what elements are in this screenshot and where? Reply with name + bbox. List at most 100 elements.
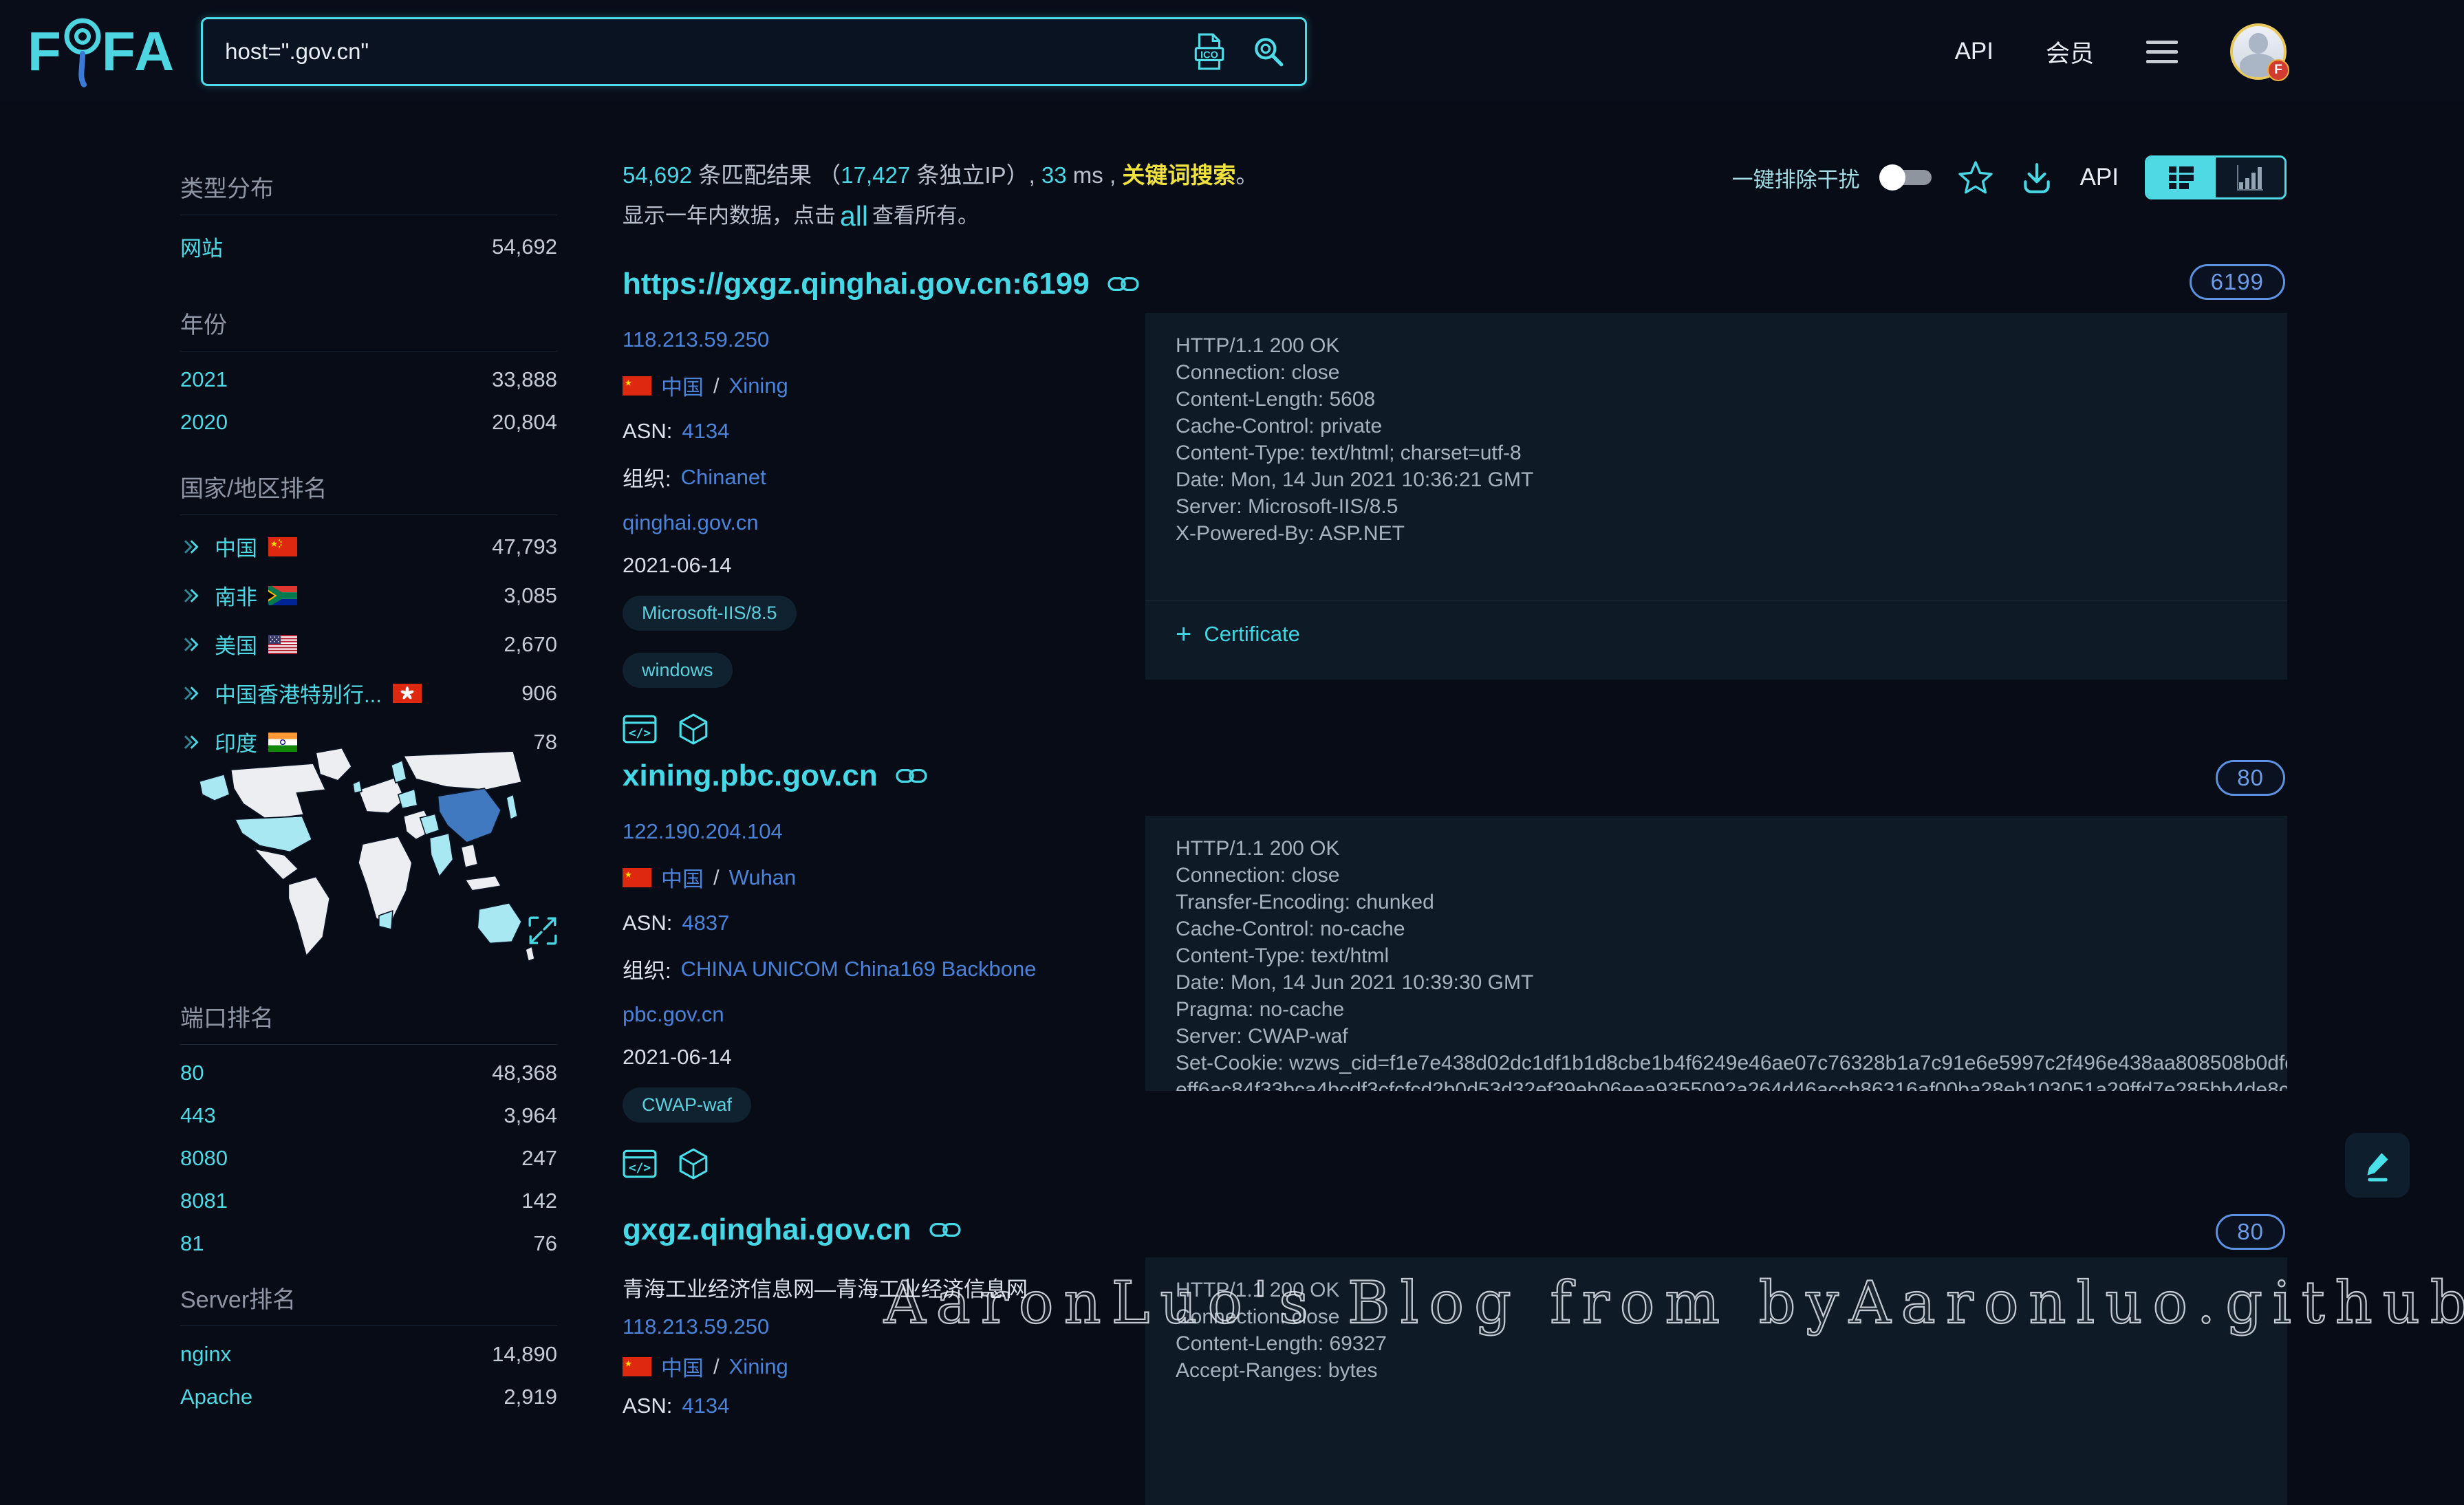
tag-waf[interactable]: CWAP-waf	[623, 1087, 752, 1123]
download-icon[interactable]	[2020, 160, 2054, 195]
china-flag-icon	[623, 1356, 651, 1376]
usa-flag-icon	[268, 634, 297, 654]
edit-button[interactable]	[2345, 1133, 2410, 1198]
logo-letter: F	[28, 21, 63, 82]
pencil-icon	[2367, 1153, 2388, 1182]
http-response-panel: HTTP/1.1 200 OK Connection: close Conten…	[1145, 1257, 2287, 1505]
asn-link[interactable]: 4134	[682, 1394, 729, 1418]
port-row-80[interactable]: 80 48,368	[180, 1052, 557, 1094]
asn-link[interactable]: 4134	[682, 419, 729, 444]
country-link[interactable]: 中国	[661, 862, 704, 893]
exclude-noise-toggle[interactable]	[1879, 164, 1932, 191]
nav-api-link[interactable]: API	[1955, 38, 1993, 65]
search-input[interactable]	[225, 39, 1168, 65]
fofa-logo[interactable]: F FA	[28, 12, 176, 91]
country-link[interactable]: 中国	[661, 1351, 704, 1382]
city-link[interactable]: Wuhan	[729, 865, 797, 890]
china-flag-icon	[268, 537, 297, 556]
china-flag-icon	[623, 376, 651, 396]
double-chevron-icon	[184, 588, 199, 603]
certificate-toggle[interactable]: + Certificate	[1145, 600, 2287, 680]
source-code-icon[interactable]: </>	[623, 714, 657, 744]
result-title-link[interactable]: https://gxgz.qinghai.gov.cn:6199	[623, 267, 1139, 301]
south-africa-flag-icon	[268, 585, 297, 605]
domain-link[interactable]: qinghai.gov.cn	[623, 510, 759, 535]
result-title-link[interactable]: gxgz.qinghai.gov.cn	[623, 1213, 961, 1247]
country-row-china[interactable]: 中国 47,793	[180, 522, 557, 571]
port-badge[interactable]: 6199	[2189, 264, 2285, 300]
user-avatar[interactable]: F	[2230, 23, 2289, 81]
country-link[interactable]: 中国	[661, 370, 704, 401]
city-link[interactable]: Xining	[729, 373, 788, 398]
port-badge[interactable]: 80	[2216, 1214, 2285, 1250]
result-card: gxgz.qinghai.gov.cn 80 青海工业经济信息网—青海工业经济信…	[623, 1213, 2291, 1505]
result-date: 2021-06-14	[623, 553, 732, 577]
search-bar: ICO	[201, 17, 1308, 86]
avatar-silhouette	[2249, 33, 2268, 54]
latency-value: 33	[1041, 162, 1067, 188]
search-icon[interactable]	[1251, 34, 1286, 69]
tag-server[interactable]: Microsoft-IIS/8.5	[623, 596, 797, 631]
navbar-right: API 会员 F	[1955, 23, 2289, 81]
list-view-icon	[2169, 166, 2194, 189]
chart-view-button[interactable]	[2216, 158, 2284, 197]
world-map[interactable]	[186, 739, 542, 971]
double-chevron-icon	[184, 686, 199, 700]
keyword-search-link[interactable]: 关键词搜索	[1122, 162, 1235, 188]
port-row-81[interactable]: 81 76	[180, 1222, 557, 1265]
year-row-2020[interactable]: 2020 20,804	[180, 401, 557, 444]
result-ip-link[interactable]: 118.213.59.250	[623, 1314, 769, 1339]
nav-member-link[interactable]: 会员	[2046, 34, 2094, 69]
favorite-star-icon[interactable]	[1958, 160, 1993, 195]
result-title-link[interactable]: xining.pbc.gov.cn	[623, 759, 927, 793]
svg-text:</>: </>	[629, 726, 651, 740]
results-summary: 54,692 条匹配结果 （17,427 条独立IP）, 33 ms , 关键词…	[623, 162, 1259, 188]
view-toggle	[2145, 155, 2287, 199]
toolbar-api-link[interactable]: API	[2080, 164, 2119, 191]
source-code-icon[interactable]: </>	[623, 1149, 657, 1179]
menu-icon[interactable]	[2146, 40, 2178, 63]
result-ip-link[interactable]: 122.190.204.104	[623, 819, 783, 844]
country-row-usa[interactable]: 美国 2,670	[180, 620, 557, 669]
city-link[interactable]: Xining	[729, 1354, 788, 1379]
http-headers: HTTP/1.1 200 OK Connection: close Conten…	[1176, 1279, 1387, 1382]
result-meta: 118.213.59.250 中国 / Xining ASN: 4134 组织:…	[623, 327, 1145, 746]
domain-link[interactable]: pbc.gov.cn	[623, 1002, 724, 1027]
org-link[interactable]: Chinanet	[681, 465, 766, 490]
tag-os[interactable]: windows	[623, 653, 733, 688]
server-row-nginx[interactable]: nginx 14,890	[180, 1333, 557, 1376]
all-link[interactable]: all	[836, 200, 872, 232]
country-row-hong-kong[interactable]: 中国香港特别行... 906	[180, 669, 557, 717]
result-card: https://gxgz.qinghai.gov.cn:6199 6199 11…	[623, 264, 2291, 745]
section-title: 国家/地区排名	[180, 470, 557, 515]
logo-letters: FA	[101, 21, 177, 82]
map-expand-icon[interactable]	[527, 915, 559, 946]
port-badge[interactable]: 80	[2216, 760, 2285, 796]
type-distribution-section: 类型分布 网站 54,692	[180, 170, 557, 271]
org-link[interactable]: CHINA UNICOM China169 Backbone	[681, 957, 1037, 982]
plus-icon: +	[1176, 619, 1192, 649]
country-row-south-africa[interactable]: 南非 3,085	[180, 571, 557, 620]
exclude-noise-label: 一键排除干扰	[1731, 167, 1860, 192]
port-row-8080[interactable]: 8080 247	[180, 1137, 557, 1180]
product-cube-icon[interactable]	[678, 713, 709, 746]
port-row-443[interactable]: 443 3,964	[180, 1094, 557, 1137]
product-cube-icon[interactable]	[678, 1147, 709, 1180]
double-chevron-icon	[184, 539, 199, 554]
external-link-icon	[896, 768, 927, 783]
svg-text:</>: </>	[629, 1161, 651, 1175]
type-row-website[interactable]: 网站 54,692	[180, 222, 557, 271]
server-row-apache[interactable]: Apache 2,919	[180, 1376, 557, 1418]
port-row-8081[interactable]: 8081 142	[180, 1180, 557, 1222]
country-ranking-section: 国家/地区排名 中国 47,793 南非 3,085 美国 2,670 中国香港…	[180, 470, 557, 766]
asn-link[interactable]: 4837	[682, 911, 729, 935]
top-navbar: F FA ICO API 会员 F	[0, 0, 2464, 103]
ico-favicon-search-icon[interactable]: ICO	[1192, 32, 1226, 71]
http-headers: HTTP/1.1 200 OK Connection: close Transf…	[1176, 837, 2287, 1091]
year-row-2021[interactable]: 2021 33,888	[180, 358, 557, 401]
section-title: Server排名	[180, 1281, 557, 1326]
list-view-button[interactable]	[2147, 158, 2216, 197]
double-chevron-icon	[184, 637, 199, 651]
result-ip-link[interactable]: 118.213.59.250	[623, 327, 769, 352]
year-section: 年份 2021 33,888 2020 20,804	[180, 306, 557, 444]
